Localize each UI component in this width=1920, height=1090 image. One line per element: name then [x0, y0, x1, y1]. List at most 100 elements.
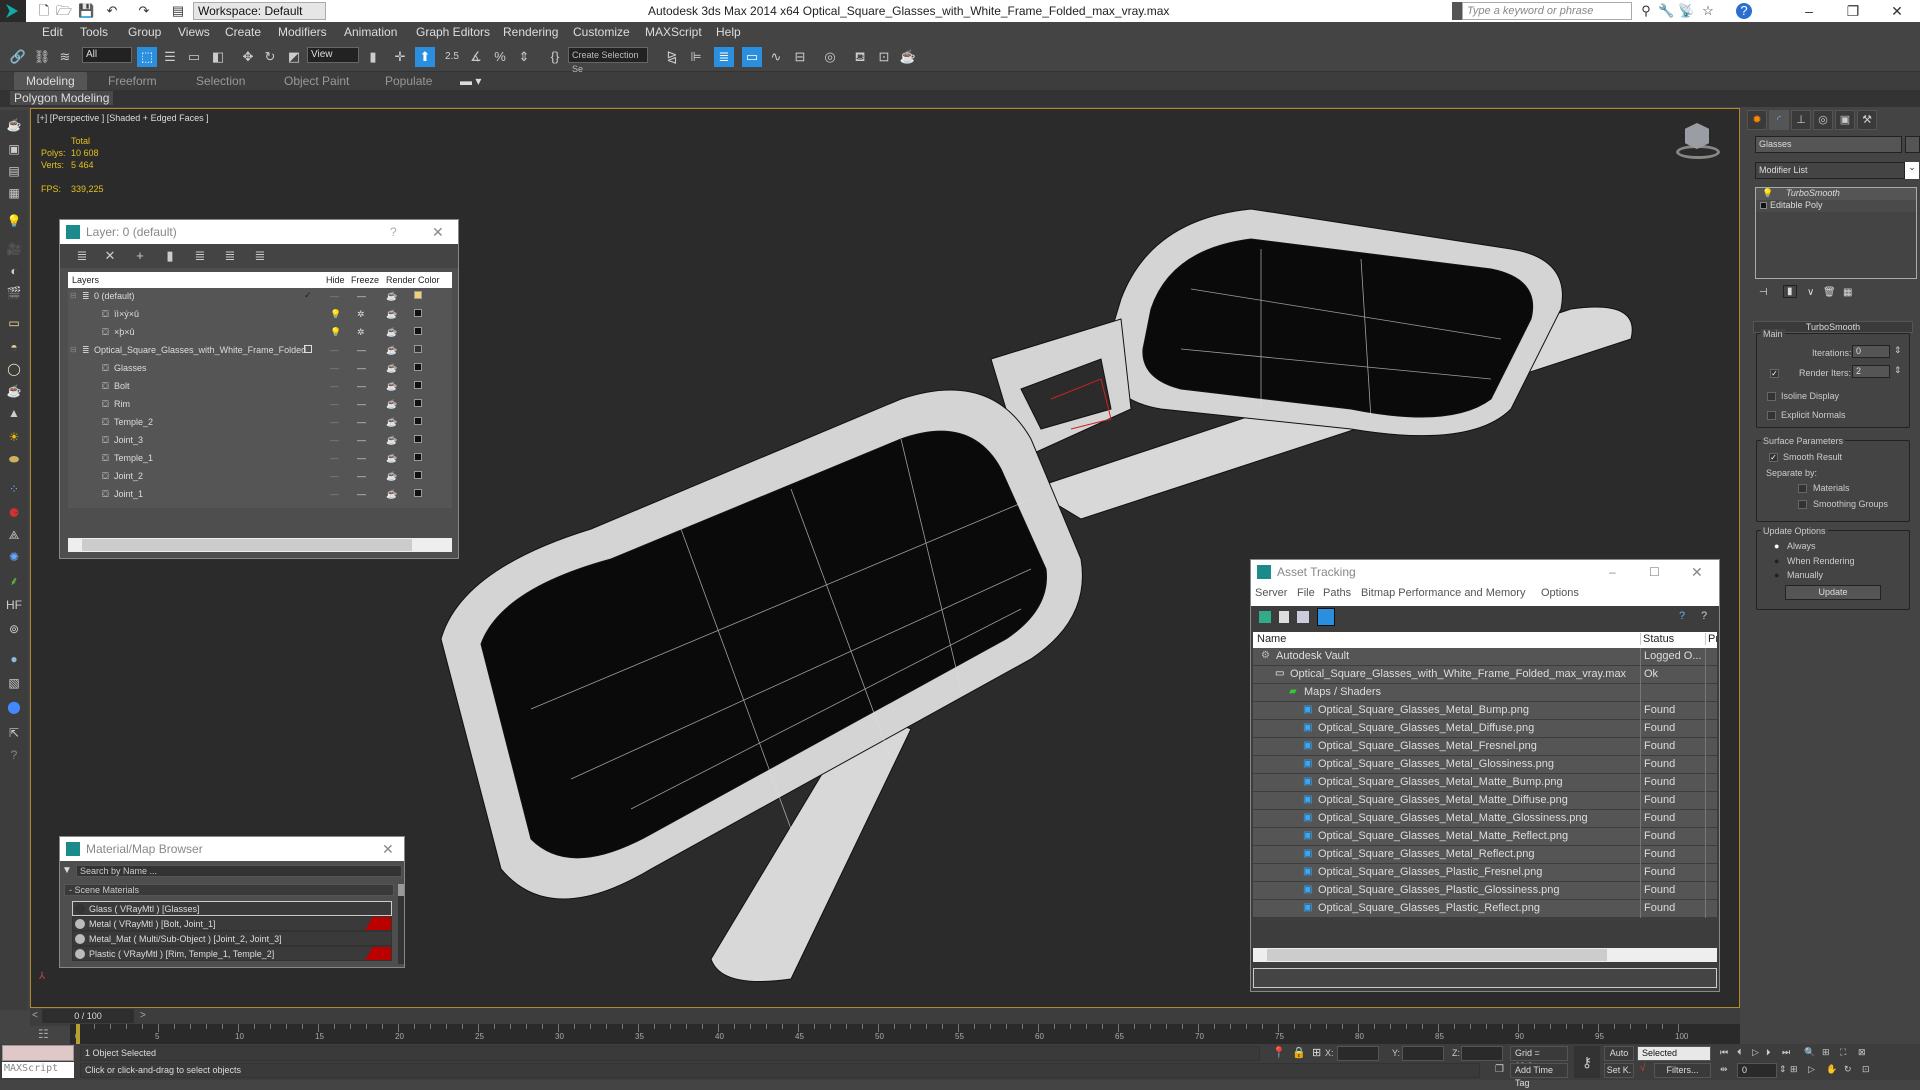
layer-name[interactable]: Bolt: [114, 381, 130, 391]
scale-icon[interactable]: ◩: [284, 47, 304, 67]
render-window-icon[interactable]: ▣: [5, 140, 23, 158]
ribbon-options-icon[interactable]: ▬ ▾: [460, 74, 481, 88]
delete-layer-icon[interactable]: ✕: [100, 246, 120, 266]
layer-name[interactable]: Joint_2: [114, 471, 143, 481]
camera-icon[interactable]: 🎥: [5, 240, 23, 258]
asset-row[interactable]: ▣ Optical_Square_Glasses_Plastic_Glossine…: [1253, 882, 1717, 900]
menu-tools[interactable]: Tools: [80, 25, 108, 39]
layer-color-swatch[interactable]: [414, 363, 422, 371]
explicit-normals-checkbox[interactable]: [1767, 411, 1776, 420]
go-to-end-icon[interactable]: ⏭: [1782, 1047, 1790, 1058]
render-teapot-icon[interactable]: ☕: [386, 291, 397, 302]
hide-toggle[interactable]: —: [330, 399, 339, 409]
teapot-render-icon[interactable]: ☕: [5, 382, 23, 400]
select-object-icon[interactable]: ⬚: [137, 47, 157, 67]
zoom-extents-all-icon[interactable]: ⊠: [1858, 1047, 1866, 1058]
col-color[interactable]: Color: [418, 275, 440, 285]
asset-row[interactable]: ▣ Optical_Square_Glasses_Metal_Reflect.pn…: [1253, 846, 1717, 864]
asset-menu-bitmap-performance[interactable]: Bitmap Performance and Memory: [1361, 587, 1525, 599]
asset-row[interactable]: ▣ Optical_Square_Glasses_Metal_Glossiness…: [1253, 756, 1717, 774]
asset-menu-file[interactable]: File: [1297, 587, 1315, 599]
set-key-button[interactable]: Set K.: [1604, 1063, 1634, 1078]
layer-color-swatch[interactable]: [414, 489, 422, 497]
object-name-field[interactable]: Glasses: [1755, 136, 1902, 153]
render-setup-icon[interactable]: ⛾: [850, 47, 870, 67]
expand-icon[interactable]: [1760, 202, 1767, 209]
time-tag-icon[interactable]: ❐: [1495, 1064, 1504, 1075]
hide-toggle[interactable]: —: [330, 435, 339, 445]
layer-manager-icon[interactable]: ≣: [714, 47, 734, 67]
selection-lock-icon[interactable]: 🔒: [1292, 1046, 1306, 1059]
scene-materials-section[interactable]: - Scene Materials: [64, 884, 394, 896]
asset-row[interactable]: ▣ Optical_Square_Glasses_Plastic_Fresnel.…: [1253, 864, 1717, 882]
layer-color-swatch[interactable]: [414, 471, 422, 479]
col-status[interactable]: Status: [1640, 633, 1674, 645]
close-button[interactable]: ✕: [1874, 0, 1920, 22]
freeze-toggle[interactable]: —: [357, 435, 366, 445]
modify-tab-icon[interactable]: ◜: [1769, 110, 1789, 130]
align-icon[interactable]: ⊫: [686, 47, 706, 67]
render-iters-input[interactable]: 2: [1852, 365, 1890, 378]
next-frame-icon[interactable]: ⏵: [1766, 1047, 1771, 1058]
dome-light-icon[interactable]: ◓: [5, 338, 23, 356]
col-name[interactable]: Name: [1257, 633, 1286, 645]
object-color-swatch[interactable]: [1905, 136, 1920, 153]
render-teapot-icon[interactable]: ☕: [386, 453, 397, 464]
materials-checkbox[interactable]: [1798, 484, 1807, 493]
particles-icon[interactable]: ⁘: [5, 480, 23, 498]
grass-icon[interactable]: ⸙: [5, 572, 23, 590]
asset-path-field[interactable]: [1253, 968, 1717, 988]
hide-toggle[interactable]: —: [330, 471, 339, 481]
layer-name[interactable]: ×þ×û: [114, 327, 135, 337]
layer-row[interactable]: ⛋ Temple_2 — — ☕: [68, 414, 452, 432]
spinner-snap-icon[interactable]: ⇕: [514, 47, 534, 67]
freeze-toggle[interactable]: —: [357, 363, 366, 373]
asset-row[interactable]: ▣ Optical_Square_Glasses_Metal_Matte_Glos…: [1253, 810, 1717, 828]
asset-minimize-button[interactable]: –: [1609, 560, 1616, 584]
menu-edit[interactable]: Edit: [42, 25, 63, 39]
tab-object-paint[interactable]: Object Paint: [284, 74, 349, 88]
plane-light-icon[interactable]: ▭: [5, 314, 23, 332]
material-editor-icon[interactable]: ◎: [820, 47, 840, 67]
search-input[interactable]: Type a keyword or phrase: [1462, 2, 1632, 20]
freeze-toggle[interactable]: —: [357, 291, 366, 301]
project-folder-icon[interactable]: ▤: [170, 3, 186, 19]
highlight-selected-icon[interactable]: ≣: [190, 246, 210, 266]
render-teapot-icon[interactable]: ☕: [386, 363, 397, 374]
layer-color-swatch[interactable]: [414, 453, 422, 461]
material-item[interactable]: Glass ( VRayMtl ) [Glasses]: [72, 901, 392, 916]
create-tab-icon[interactable]: ✹: [1747, 110, 1767, 130]
y-coordinate-field[interactable]: [1402, 1046, 1444, 1061]
render-teapot-icon[interactable]: ☕: [386, 489, 397, 500]
minimize-button[interactable]: –: [1786, 0, 1832, 22]
proxy-icon[interactable]: ⊚: [5, 620, 23, 638]
asset-menu-server[interactable]: Server: [1255, 587, 1287, 599]
menu-group[interactable]: Group: [128, 25, 161, 39]
col-proxy[interactable]: Pro: [1705, 633, 1717, 645]
next-frame-button[interactable]: >: [140, 1010, 146, 1021]
time-slider-thumb[interactable]: 0 / 100: [42, 1009, 134, 1023]
pin-stack-icon[interactable]: ⊣: [1759, 287, 1768, 298]
modifier-list-dropdown[interactable]: Modifier List: [1755, 162, 1905, 179]
freeze-toggle[interactable]: —: [357, 381, 366, 391]
asset-close-button[interactable]: ✕: [1691, 560, 1703, 584]
menu-modifiers[interactable]: Modifiers: [278, 25, 327, 39]
col-hide[interactable]: Hide: [326, 275, 345, 285]
fur-icon[interactable]: ✺: [5, 548, 23, 566]
rendered-frame-icon[interactable]: ⊡: [874, 47, 894, 67]
utilities-tab-icon[interactable]: ⚒: [1857, 110, 1877, 130]
render-iters-checkbox[interactable]: ✓: [1770, 369, 1779, 378]
link-icon[interactable]: 🔗: [8, 47, 28, 67]
workspace-dropdown[interactable]: Workspace: Default: [193, 2, 326, 20]
scrollbar-thumb[interactable]: [1267, 949, 1607, 961]
layer-row[interactable]: ⊟ ≣ 0 (default) ✓ — — ☕: [68, 288, 452, 306]
orbit-icon[interactable]: ↻: [1844, 1064, 1852, 1075]
col-render[interactable]: Render: [386, 275, 416, 285]
menu-help[interactable]: Help: [716, 25, 741, 39]
make-unique-icon[interactable]: ∨: [1807, 287, 1814, 298]
mirror-icon[interactable]: ⧎: [662, 47, 682, 67]
key-filters-button[interactable]: Filters...: [1654, 1063, 1711, 1078]
tree-view-icon[interactable]: [1297, 611, 1309, 623]
rotate-icon[interactable]: ↻: [260, 47, 280, 67]
render-teapot-icon[interactable]: ☕: [386, 399, 397, 410]
